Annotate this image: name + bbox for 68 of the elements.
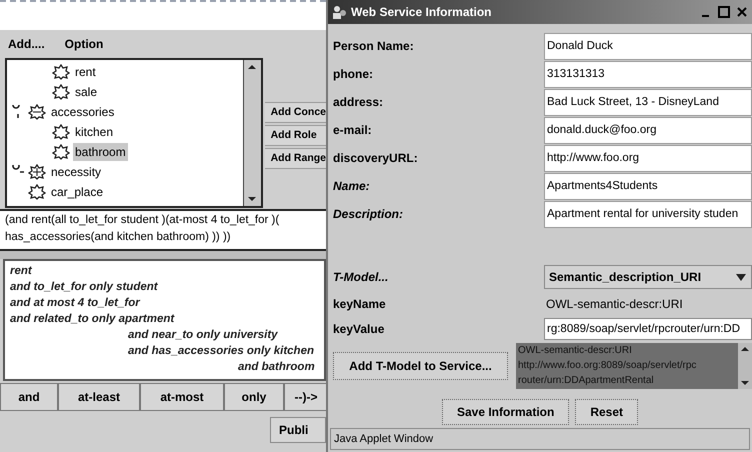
form-button[interactable]: Save Information: [442, 399, 570, 425]
close-icon[interactable]: [735, 5, 749, 19]
maximize-icon[interactable]: [717, 5, 731, 19]
tree-item[interactable]: necessity: [49, 163, 104, 181]
operator-button[interactable]: and: [0, 383, 58, 411]
tree-item[interactable]: bathroom: [73, 143, 128, 161]
description-area[interactable]: rent and to_let_for only student and at most 4 to_let_for and related_to only apartment and near_to only university and has_accessories only kitchen and bathroom: [3, 259, 326, 381]
tree-item[interactable]: rent: [73, 63, 98, 81]
burst-icon: [28, 184, 46, 200]
operator-button[interactable]: at-most: [140, 383, 224, 411]
code-line: and bathroom: [237, 360, 316, 375]
tree-item[interactable]: accessories: [49, 103, 116, 121]
tmodel-dropdown[interactable]: Semantic_description_URI: [544, 265, 752, 289]
caret-icon: [735, 272, 747, 282]
tree-item[interactable]: sale: [73, 83, 100, 101]
menu-item[interactable]: Add....: [8, 35, 45, 53]
text-field[interactable]: 313131313: [544, 60, 752, 88]
text-field[interactable]: Apartments4Students: [544, 172, 752, 200]
burst-icon: [52, 124, 70, 140]
scrollbar[interactable]: [242, 60, 261, 206]
code-line: and at most 4 to_let_for: [10, 296, 142, 311]
text-field[interactable]: http://www.foo.org: [544, 144, 752, 172]
field-label: discoveryURL:: [332, 150, 419, 167]
code-line: rent: [10, 264, 33, 279]
text-field[interactable]: Bad Luck Street, 13 - DisneyLand: [544, 88, 752, 116]
burst-icon: [28, 104, 46, 120]
menu-item[interactable]: Option: [64, 35, 104, 53]
burst-icon: [28, 164, 46, 180]
text-field[interactable]: rg:8089/soap/servlet/rpcrouter/urn:DD: [544, 318, 752, 340]
code-line: and to_let_for only student: [10, 280, 159, 295]
tree-item[interactable]: kitchen: [73, 123, 116, 141]
expression-line: has_accessories(and kitchen bathroom) )) )): [5, 230, 232, 245]
burst-icon: [52, 84, 70, 100]
code-line: and has_accessories only kitchen: [127, 344, 316, 359]
field-label: Description:: [332, 206, 404, 223]
window-title: Web Service Information: [351, 4, 492, 21]
status-bar: Java Applet Window: [330, 428, 750, 450]
expression-line: (and rent(all to_let_for student )(at-most 4 to_let_for )(: [5, 213, 280, 228]
publish-button[interactable]: Publi: [270, 417, 326, 443]
burst-icon: [52, 64, 70, 80]
form-button[interactable]: Reset: [575, 399, 638, 425]
app-icon: [331, 4, 347, 20]
side-button[interactable]: Add Conce: [264, 102, 326, 123]
field-label: phone:: [332, 66, 374, 83]
text-field[interactable]: Apartment rental for university studen: [544, 200, 752, 228]
field-label: address:: [332, 94, 384, 111]
operator-button[interactable]: --)->: [284, 383, 326, 411]
burst-icon: [52, 144, 70, 160]
text-field[interactable]: Donald Duck: [544, 32, 752, 60]
field-label: keyName: [332, 296, 387, 312]
key-name-value: OWL-semantic-descr:URI: [545, 296, 684, 312]
field-label: e-mail:: [332, 122, 373, 139]
side-button[interactable]: Add Role: [264, 125, 326, 146]
operator-button[interactable]: only: [224, 383, 284, 411]
side-button[interactable]: Add Range: [264, 148, 326, 169]
expression-field[interactable]: (and rent(all to_let_for student )(at-most 4 to_let_for )( has_accessories(and kitchen bathroom) )) )): [0, 209, 326, 251]
field-label: keyValue: [332, 321, 386, 338]
tree-item[interactable]: car_place: [49, 183, 106, 201]
code-line: and near_to only university: [127, 328, 279, 343]
dropdown-value: Semantic_description_URI: [549, 269, 702, 286]
field-label: Person Name:: [332, 38, 415, 55]
field-label: Name:: [332, 178, 371, 195]
code-line: and related_to only apartment: [10, 312, 176, 327]
field-label: T-Model...: [332, 269, 390, 286]
operator-button[interactable]: at-least: [58, 383, 140, 411]
text-field[interactable]: donald.duck@foo.org: [544, 116, 752, 144]
add-tmodel-button[interactable]: Add T-Model to Service...: [333, 352, 508, 380]
scrollbar[interactable]: [738, 343, 752, 389]
